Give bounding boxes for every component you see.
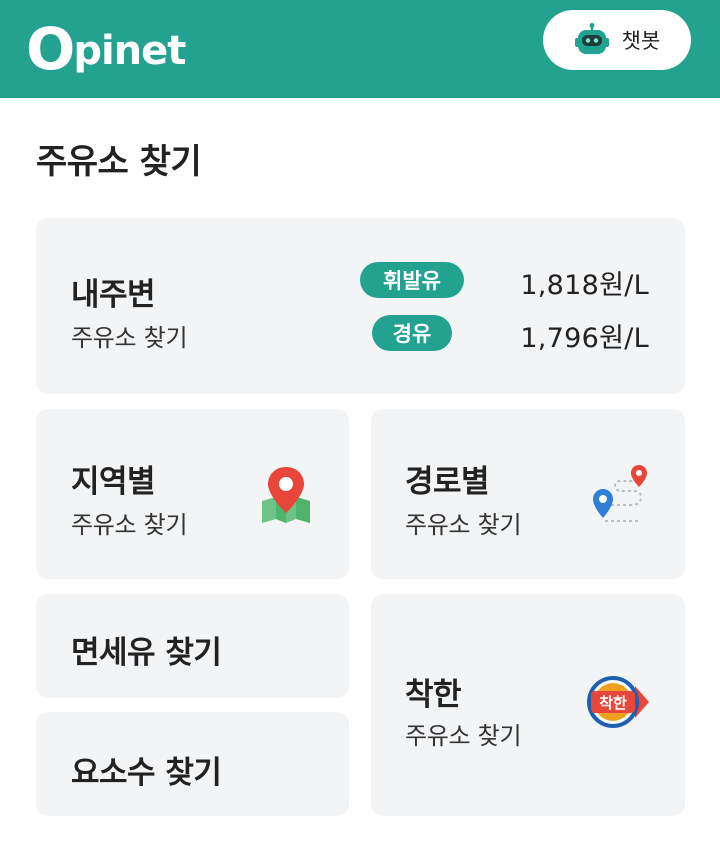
card-title: 면세유 찾기 <box>71 635 222 671</box>
diesel-badge: 경유 <box>372 315 452 351</box>
logo-text: pinet <box>73 28 186 74</box>
map-pin-icon <box>262 467 310 523</box>
gasoline-price: 1,818원/L <box>520 270 649 301</box>
card-title: 요소수 찾기 <box>71 755 222 791</box>
chatbot-button[interactable]: 챗봇 <box>543 10 691 70</box>
nearby-station-card[interactable]: 내주변 주유소 찾기 휘발유 1,818원/L 경유 1,796원/L <box>36 218 685 394</box>
route-search-card[interactable]: 경로별 주유소 찾기 <box>371 409 685 579</box>
region-search-card[interactable]: 지역별 주유소 찾기 <box>36 409 349 579</box>
card-subtitle: 주유소 찾기 <box>405 511 522 539</box>
logo-o: O <box>26 15 75 83</box>
card-title: 내주변 <box>71 277 156 313</box>
badge-text: 착한 <box>599 694 627 712</box>
route-icon <box>593 465 647 522</box>
robot-icon <box>574 23 609 54</box>
chatbot-label: 챗봇 <box>621 29 661 53</box>
card-subtitle: 주유소 찾기 <box>71 324 188 352</box>
card-title: 경로별 <box>405 464 490 500</box>
urea-search-card[interactable]: 요소수 찾기 <box>36 712 349 816</box>
duty-free-fuel-card[interactable]: 면세유 찾기 <box>36 594 349 698</box>
opinet-logo[interactable]: O pinet <box>26 10 186 83</box>
card-subtitle: 주유소 찾기 <box>405 722 522 750</box>
good-station-card[interactable]: 착한 주유소 찾기 착한 <box>371 594 685 816</box>
diesel-price: 1,796원/L <box>520 323 649 354</box>
card-subtitle: 주유소 찾기 <box>71 511 188 539</box>
gasoline-badge: 휘발유 <box>360 262 464 298</box>
good-station-badge-icon: 착한 <box>587 676 649 728</box>
card-title: 착한 <box>405 677 462 713</box>
card-title: 지역별 <box>71 464 156 500</box>
page-title: 주유소 찾기 <box>36 142 202 182</box>
app-header: O pinet 챗봇 <box>0 0 720 98</box>
